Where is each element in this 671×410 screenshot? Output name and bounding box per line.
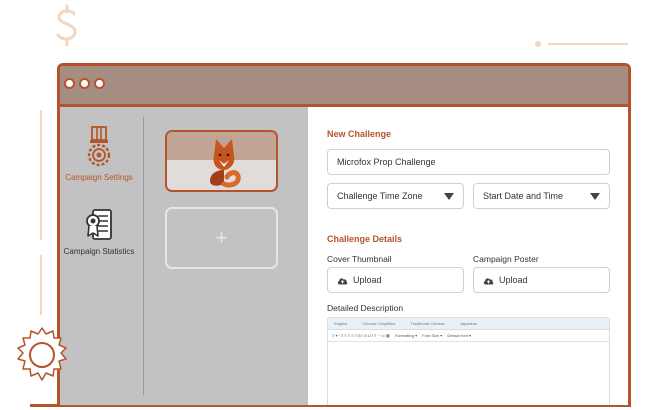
section-heading-new-challenge: New Challenge	[327, 129, 392, 139]
window-control-minimize[interactable]	[79, 78, 90, 89]
poster-upload-label: Upload	[499, 275, 528, 285]
section-heading-challenge-details: Challenge Details	[327, 234, 403, 244]
start-date-select[interactable]: Start Date and Time	[473, 183, 610, 209]
challenge-name-input[interactable]: Microfox Prop Challenge	[327, 149, 610, 175]
decorative-line	[40, 255, 42, 315]
medal-gear-icon	[87, 126, 111, 167]
default-font-select[interactable]: Default font	[447, 333, 467, 338]
chevron-down-icon	[590, 193, 600, 200]
window-control-maximize[interactable]	[94, 78, 105, 89]
certificate-icon	[86, 209, 112, 240]
sidebar: Campaign Settings Campaign Statistics +	[60, 107, 308, 405]
window-titlebar	[60, 66, 628, 107]
poster-upload-button[interactable]: Upload	[473, 267, 610, 293]
timezone-select[interactable]: Challenge Time Zone	[327, 183, 464, 209]
formatting-select[interactable]: Formatting	[395, 333, 414, 338]
cover-thumbnail-label: Cover Thumbnail	[327, 254, 392, 264]
cloud-upload-icon	[337, 278, 348, 285]
fox-logo-icon	[210, 139, 241, 188]
cloud-upload-icon	[483, 278, 494, 285]
sidebar-divider	[143, 117, 144, 395]
add-campaign-button[interactable]: +	[165, 207, 278, 269]
gear-icon	[17, 327, 67, 381]
decorative-line	[40, 110, 42, 240]
decorative-line	[631, 403, 671, 408]
tab-traditional-chinese[interactable]: Traditional Chinese	[410, 321, 444, 326]
tab-japanese[interactable]: Japanese	[460, 321, 477, 326]
language-tabs: English Chinese Simplified Traditional C…	[328, 318, 609, 330]
start-date-select-value: Start Date and Time	[483, 191, 564, 201]
sidebar-item-campaign-settings[interactable]: Campaign Settings	[63, 126, 135, 183]
dollar-sign-icon	[56, 4, 77, 47]
challenge-form: New Challenge Microfox Prop Challenge Ch…	[308, 107, 628, 405]
font-size-select[interactable]: Font Size	[422, 333, 439, 338]
window-control-close[interactable]	[64, 78, 75, 89]
rich-text-editor[interactable]: English Chinese Simplified Traditional C…	[327, 317, 610, 405]
sidebar-item-label: Campaign Statistics	[63, 247, 135, 256]
app-window: Campaign Settings Campaign Statistics + …	[57, 63, 631, 405]
decorative-dot	[535, 41, 541, 47]
cover-upload-label: Upload	[353, 275, 382, 285]
tab-english[interactable]: English	[334, 321, 347, 326]
sidebar-item-label: Campaign Settings	[65, 173, 133, 182]
cover-upload-button[interactable]: Upload	[327, 267, 464, 293]
sidebar-item-campaign-statistics[interactable]: Campaign Statistics	[63, 208, 135, 257]
editor-toolbar: ≡ ▾ “ ≡ ≡ ≡ ≡ ≡ B I S U I T − ▭ ▩ Format…	[328, 330, 609, 342]
detailed-description-label: Detailed Description	[327, 303, 404, 313]
decorative-line	[0, 403, 30, 408]
editor-body[interactable]	[328, 342, 609, 405]
toolbar-icons[interactable]: ≡ ▾ “ ≡ ≡ ≡ ≡ ≡ B I S U I T − ▭ ▩	[332, 333, 390, 338]
timezone-select-value: Challenge Time Zone	[337, 191, 423, 201]
chevron-down-icon	[444, 193, 454, 200]
tab-chinese-simplified[interactable]: Chinese Simplified	[362, 321, 395, 326]
decorative-line	[548, 43, 628, 45]
campaign-poster-label: Campaign Poster	[473, 254, 539, 264]
plus-icon: +	[215, 225, 228, 250]
campaign-thumbnail-selected[interactable]	[165, 130, 278, 192]
